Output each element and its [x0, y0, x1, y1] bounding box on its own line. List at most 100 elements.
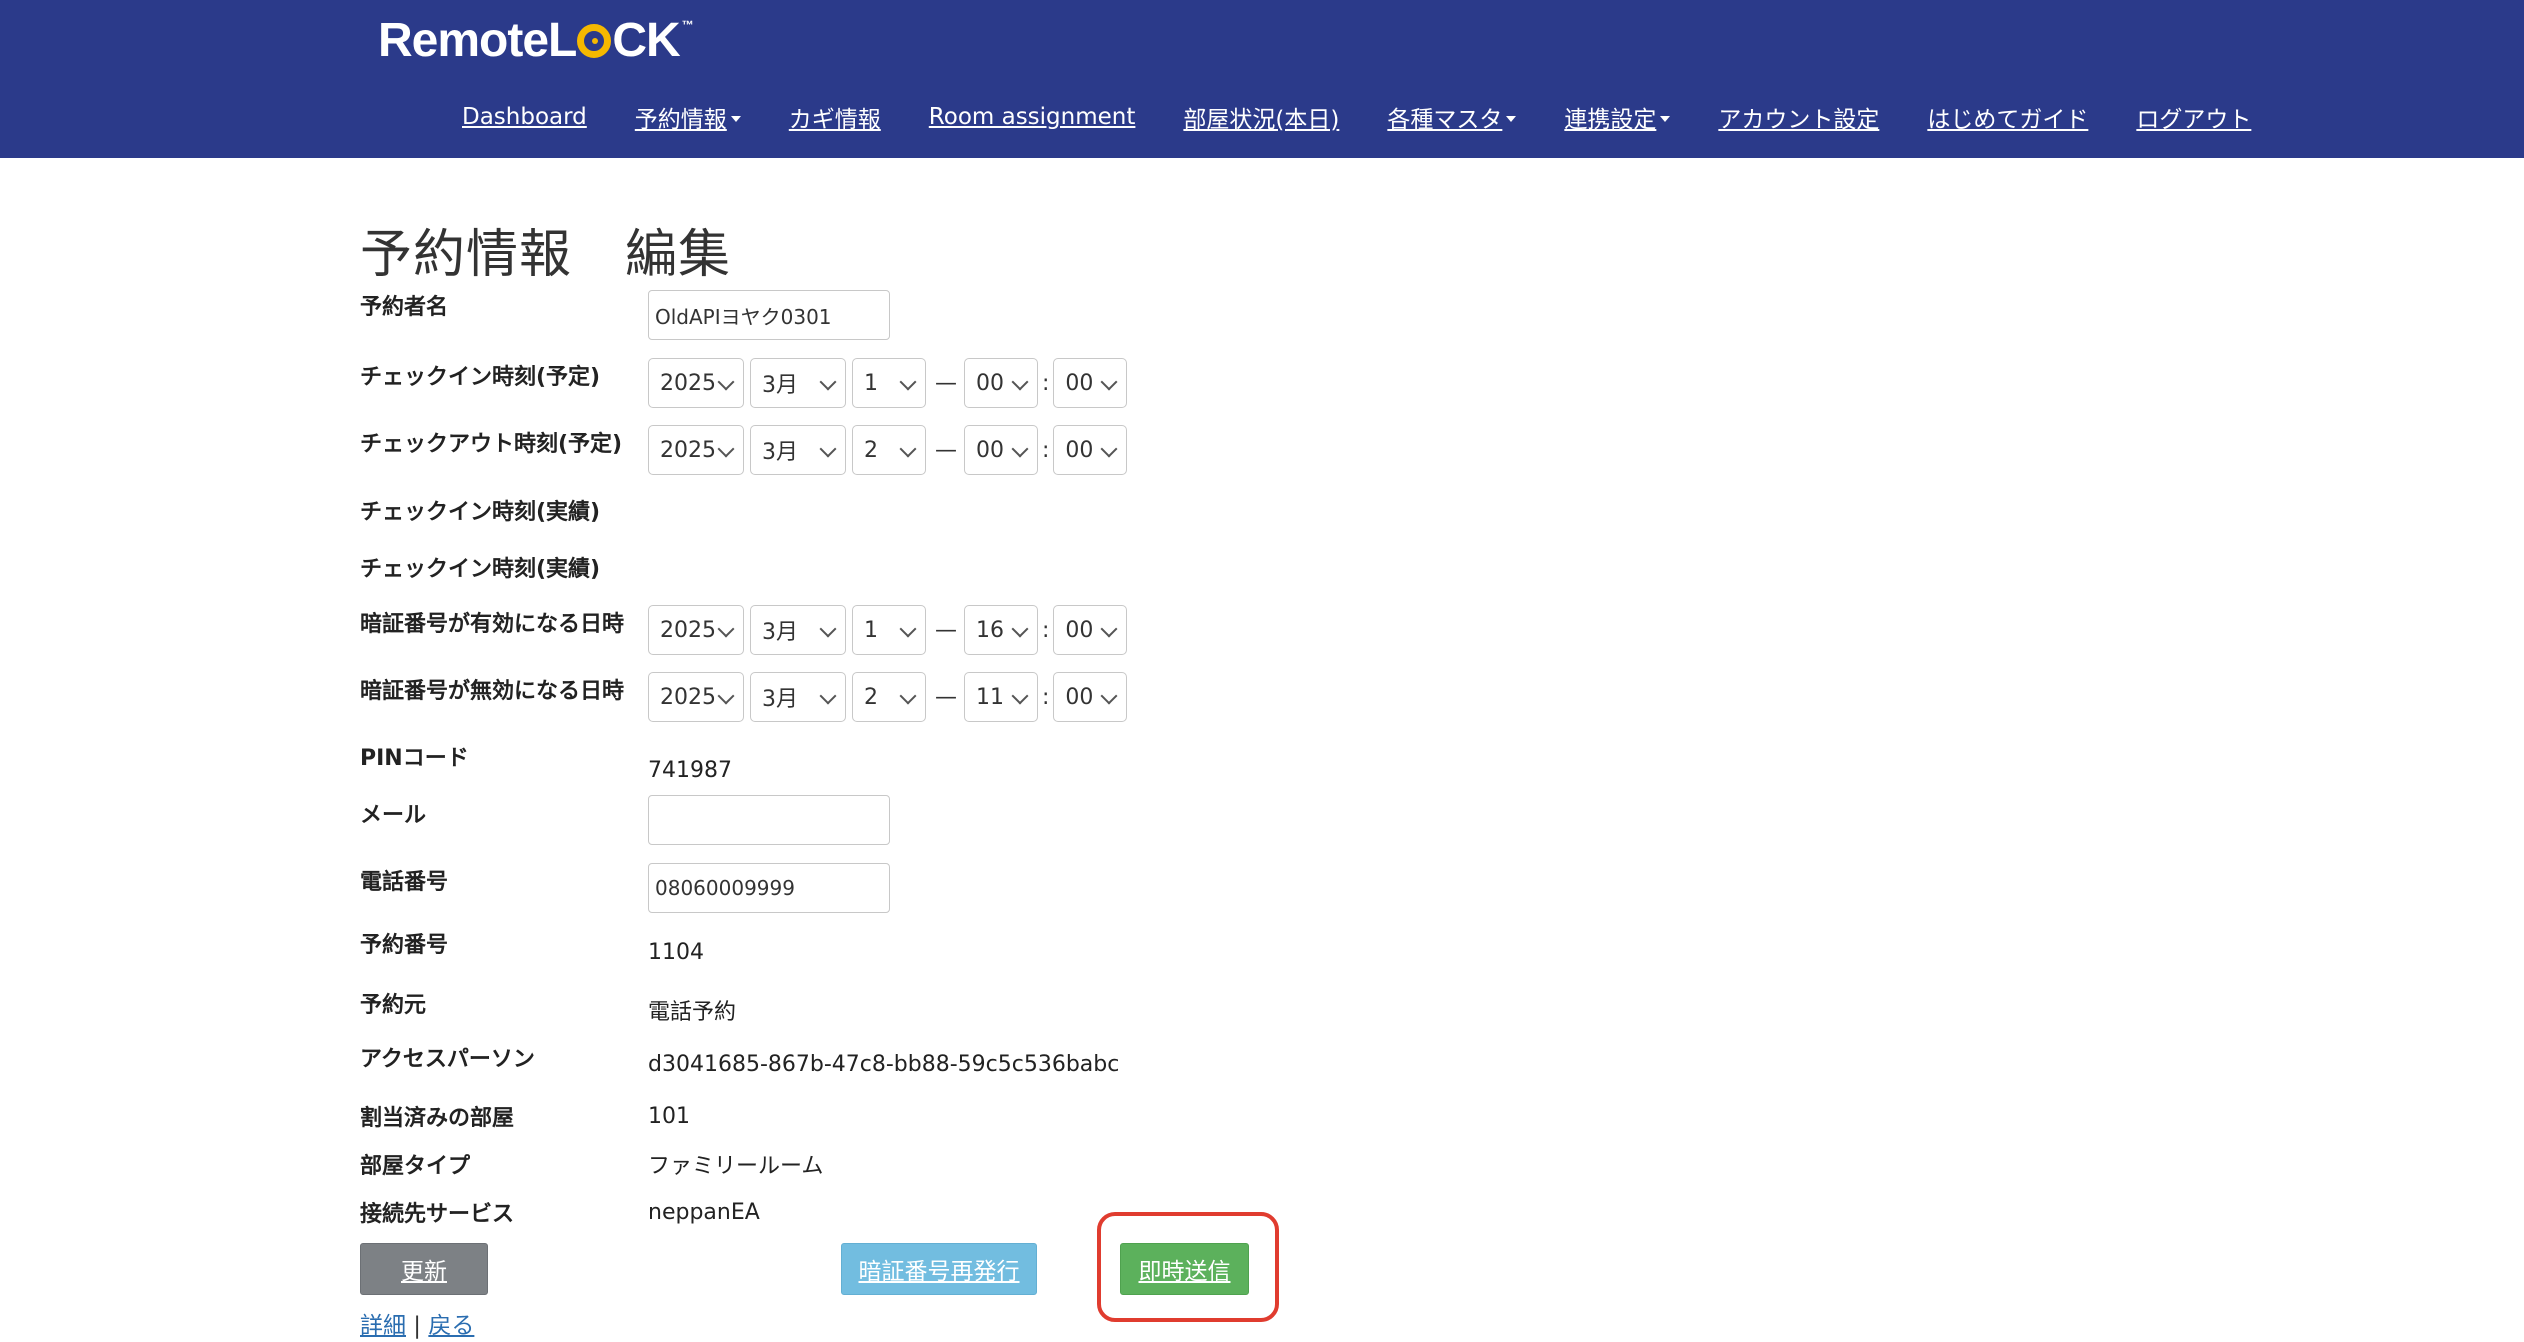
pin-valid-until-day-select[interactable]: 2	[852, 672, 926, 722]
chevron-down-icon	[1100, 620, 1118, 638]
phone-label: 電話番号	[360, 870, 449, 895]
chevron-down-icon	[899, 373, 917, 391]
date-time-separator: —	[935, 370, 957, 396]
nav-masters-dropdown[interactable]: 各種マスタ	[1387, 100, 1517, 134]
caret-down-icon	[1506, 115, 1517, 122]
checkout-planned-year-select[interactable]: 2025	[648, 425, 744, 475]
access-person-label: アクセスパーソン	[360, 1046, 535, 1072]
checkin-planned-day-select[interactable]: 1	[852, 358, 926, 408]
chevron-down-icon	[1100, 440, 1118, 458]
detail-link[interactable]: 詳細	[360, 1313, 406, 1339]
pin-valid-until-label: 暗証番号が無効になる日時	[360, 679, 625, 704]
pin-valid-until-row: 暗証番号が無効になる日時 2025 3月 2 — 11 : 00	[360, 672, 1133, 722]
main-nav: Dashboard 予約情報 カギ情報 Room assignment 部屋状況…	[462, 100, 2251, 134]
nav-account-settings[interactable]: アカウント設定	[1718, 100, 1879, 134]
page-title: 予約情報 編集	[360, 225, 732, 285]
nav-reservations-dropdown[interactable]: 予約情報	[635, 100, 741, 134]
chevron-down-icon	[819, 373, 837, 391]
date-time-separator: —	[935, 617, 957, 643]
email-row: メール	[360, 795, 890, 845]
chevron-down-icon	[717, 373, 735, 391]
checkout-planned-month-select[interactable]: 3月	[750, 425, 846, 475]
top-navbar: Remote L CK ™ Dashboard 予約情報 カギ情報 Room a…	[0, 0, 2524, 158]
guest-name-label: 予約者名	[360, 295, 449, 320]
chevron-down-icon	[717, 440, 735, 458]
checkin-planned-year-select[interactable]: 2025	[648, 358, 744, 408]
chevron-down-icon	[1100, 373, 1118, 391]
pin-valid-from-row: 暗証番号が有効になる日時 2025 3月 1 — 16 : 00	[360, 605, 1133, 655]
time-colon: :	[1042, 684, 1050, 710]
checkin-planned-month-select[interactable]: 3月	[750, 358, 846, 408]
assigned-room-value: 101	[648, 1103, 690, 1129]
service-row: 接続先サービス neppanEA	[360, 1196, 760, 1228]
checkin-planned-label: チェックイン時刻(予定)	[360, 365, 601, 390]
checkout-planned-day-select[interactable]: 2	[852, 425, 926, 475]
phone-row: 電話番号	[360, 863, 890, 913]
pin-valid-from-hour-select[interactable]: 16	[964, 605, 1038, 655]
pin-valid-from-year-select[interactable]: 2025	[648, 605, 744, 655]
checkin-planned-minute-select[interactable]: 00	[1053, 358, 1128, 408]
pin-valid-until-year-select[interactable]: 2025	[648, 672, 744, 722]
back-link[interactable]: 戻る	[428, 1313, 474, 1339]
reservation-source-value: 電話予約	[648, 1000, 737, 1025]
access-person-row: アクセスパーソン d3041685-867b-47c8-bb88-59c5c53…	[360, 1044, 1120, 1078]
caret-down-icon	[1660, 115, 1671, 122]
date-time-separator: —	[935, 684, 957, 710]
guest-name-row: 予約者名	[360, 290, 890, 340]
assigned-room-row: 割当済みの部屋 101	[360, 1100, 690, 1132]
pin-valid-from-day-select[interactable]: 1	[852, 605, 926, 655]
chevron-down-icon	[1011, 373, 1029, 391]
email-input[interactable]	[648, 795, 890, 845]
pin-valid-until-month-select[interactable]: 3月	[750, 672, 846, 722]
chevron-down-icon	[899, 620, 917, 638]
checkout-planned-minute-select[interactable]: 00	[1053, 425, 1128, 475]
chevron-down-icon	[1011, 440, 1029, 458]
nav-logout[interactable]: ログアウト	[2136, 100, 2251, 134]
checkin-actual-row-2: チェックイン時刻(実績)	[360, 551, 648, 583]
checkin-planned-row: チェックイン時刻(予定) 2025 3月 1 — 00 : 00	[360, 358, 1133, 408]
phone-input[interactable]	[648, 863, 890, 913]
remotelock-logo[interactable]: Remote L CK ™	[378, 8, 694, 72]
chevron-down-icon	[1011, 620, 1029, 638]
date-time-separator: —	[935, 437, 957, 463]
checkout-planned-row: チェックアウト時刻(予定) 2025 3月 2 — 00 : 00	[360, 425, 1133, 475]
nav-room-status[interactable]: 部屋状況(本日)	[1183, 100, 1339, 134]
chevron-down-icon	[899, 687, 917, 705]
chevron-down-icon	[819, 620, 837, 638]
chevron-down-icon	[1011, 687, 1029, 705]
lock-o-icon	[577, 24, 612, 58]
chevron-down-icon	[899, 440, 917, 458]
reissue-pin-button[interactable]: 暗証番号再発行	[841, 1243, 1037, 1295]
reservation-source-label: 予約元	[360, 993, 427, 1018]
guest-name-input[interactable]	[648, 290, 890, 340]
nav-getting-started-guide[interactable]: はじめてガイド	[1927, 100, 2088, 134]
nav-keys[interactable]: カギ情報	[789, 100, 881, 134]
email-label: メール	[360, 803, 427, 828]
room-type-value: ファミリールーム	[648, 1154, 824, 1179]
chevron-down-icon	[717, 687, 735, 705]
time-colon: :	[1042, 370, 1050, 396]
time-colon: :	[1042, 617, 1050, 643]
checkout-planned-hour-select[interactable]: 00	[964, 425, 1038, 475]
room-type-label: 部屋タイプ	[360, 1154, 471, 1179]
room-type-row: 部屋タイプ ファミリールーム	[360, 1148, 823, 1180]
reservation-number-value: 1104	[648, 940, 704, 965]
pin-valid-until-minute-select[interactable]: 00	[1053, 672, 1128, 722]
checkin-actual-label: チェックイン時刻(実績)	[360, 500, 601, 525]
nav-integrations-dropdown[interactable]: 連携設定	[1564, 100, 1671, 134]
chevron-down-icon	[819, 440, 837, 458]
access-person-value: d3041685-867b-47c8-bb88-59c5c536babc	[648, 1052, 1120, 1077]
caret-down-icon	[730, 115, 741, 122]
nav-room-assignment[interactable]: Room assignment	[929, 104, 1136, 130]
nav-dashboard[interactable]: Dashboard	[462, 104, 587, 130]
pin-valid-from-month-select[interactable]: 3月	[750, 605, 846, 655]
link-separator: |	[406, 1313, 429, 1339]
footer-links: 詳細 | 戻る	[360, 1306, 474, 1340]
pin-code-row: PINコード 741987	[360, 740, 732, 784]
pin-valid-from-minute-select[interactable]: 00	[1053, 605, 1128, 655]
checkout-planned-label: チェックアウト時刻(予定)	[360, 432, 623, 457]
update-button[interactable]: 更新	[360, 1243, 488, 1295]
checkin-planned-hour-select[interactable]: 00	[964, 358, 1038, 408]
reservation-source-row: 予約元 電話予約	[360, 988, 736, 1026]
pin-valid-until-hour-select[interactable]: 11	[964, 672, 1038, 722]
